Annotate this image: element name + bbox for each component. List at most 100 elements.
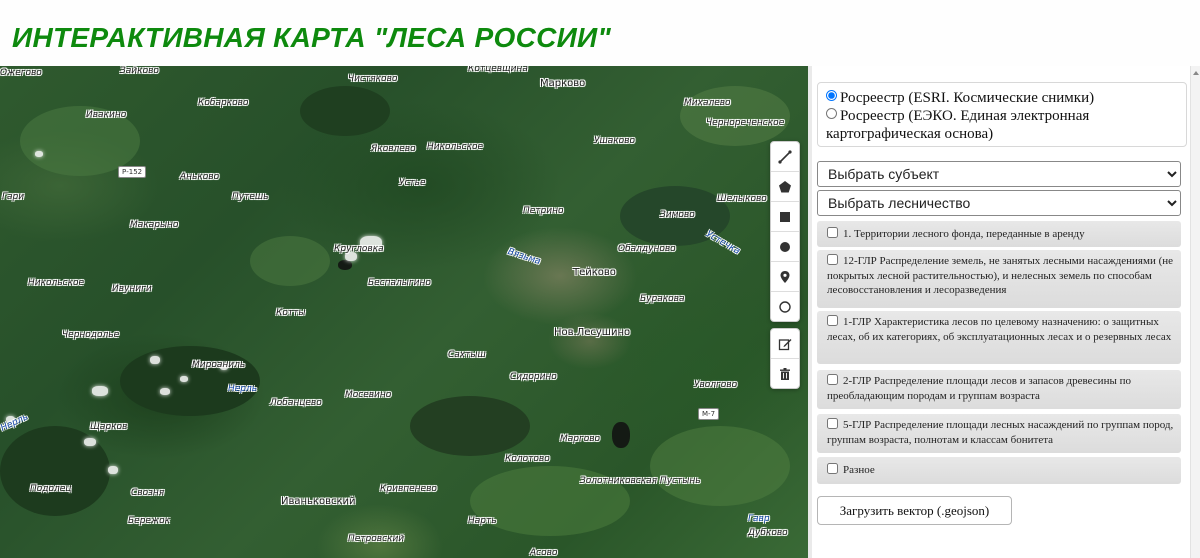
circle-icon <box>779 300 791 313</box>
forest-patch <box>300 86 390 136</box>
road-shield: М-7 <box>698 408 720 420</box>
place-label: Устье <box>399 178 426 188</box>
page-scrollbar[interactable] <box>1190 66 1200 558</box>
place-label: Беспалыгино <box>368 278 431 288</box>
layer-label: Разное <box>843 464 875 476</box>
basemap-label: Росреестр (ESRI. Космические снимки) <box>840 90 1095 106</box>
road-shield: Р-152 <box>118 166 147 178</box>
lake <box>612 422 630 448</box>
place-label: Зимово <box>660 210 695 220</box>
forestry-select[interactable]: Выбрать лесничество <box>817 190 1181 216</box>
place-label: Чернодолье <box>62 330 120 340</box>
place-label: Ивакино <box>86 110 127 120</box>
place-label: Ожегово <box>0 68 42 78</box>
layer-checkbox[interactable] <box>827 374 838 385</box>
place-label: Щарков <box>90 422 128 432</box>
river-label: Нерль <box>0 412 30 434</box>
edit-layers-button[interactable] <box>771 329 799 359</box>
place-label: Михалево <box>684 98 731 108</box>
field-patch <box>250 236 330 286</box>
layer-checkbox[interactable] <box>827 315 838 326</box>
place-label: Чернореченское <box>706 118 785 128</box>
layer-label: 2-ГЛР Распределение площади лесов и запа… <box>827 375 1131 402</box>
circle-marker-icon <box>780 241 790 252</box>
cloud <box>92 386 108 396</box>
layer-checkbox[interactable] <box>827 227 838 238</box>
delete-icon <box>780 367 790 380</box>
place-label: Зайково <box>120 66 159 76</box>
layer-item-misc[interactable]: Разное <box>817 457 1181 484</box>
place-label: Чистяково <box>348 74 398 84</box>
basemap-radio-esri[interactable] <box>826 90 837 101</box>
page-header: ИНТЕРАКТИВНАЯ КАРТА "ЛЕСА РОССИИ" <box>0 0 1200 66</box>
field-patch <box>650 426 790 506</box>
draw-rectangle-button[interactable] <box>771 202 799 232</box>
place-label: Макарыно <box>130 220 179 230</box>
place-label: Колотово <box>505 454 550 464</box>
place-label: Буракова <box>640 294 685 304</box>
polygon-icon <box>779 180 791 192</box>
place-label: Никольское <box>427 142 484 152</box>
draw-polygon-button[interactable] <box>771 172 799 202</box>
layer-item-1-glr[interactable]: 1-ГЛР Характеристика лесов по целевому н… <box>817 311 1181 364</box>
place-label: Шелыково <box>717 194 767 204</box>
place-label: Сидорино <box>510 372 557 382</box>
layers-sidebar: Росреестр (ESRI. Космические снимки) Рос… <box>812 66 1190 558</box>
draw-toolbar <box>770 141 800 322</box>
place-label: Мосевино <box>345 390 392 400</box>
layer-item-5-glr[interactable]: 5-ГЛР Распределение площади лесных насаж… <box>817 414 1181 453</box>
place-label: Котты <box>276 308 306 318</box>
place-label: Дубково <box>748 528 788 538</box>
layer-label: 1. Территории лесного фонда, переданные … <box>843 228 1085 240</box>
basemap-option-esri[interactable]: Росреестр (ESRI. Космические снимки) <box>826 89 1094 107</box>
map-view[interactable]: Зайково Ожегово Чистяково Котцевщина Мар… <box>0 66 808 558</box>
place-label: Марково <box>540 78 586 89</box>
river-label: Нерль <box>228 384 258 394</box>
scroll-up-arrow[interactable] <box>1191 68 1200 78</box>
chevron-up-icon <box>1193 71 1199 75</box>
place-label: Нарть <box>468 516 497 526</box>
place-label: Петрино <box>523 206 564 216</box>
cloud <box>150 356 160 364</box>
polyline-icon <box>778 149 792 164</box>
place-label: Петровский <box>348 534 405 544</box>
marker-icon <box>780 270 790 283</box>
place-label: Котцевщина <box>468 66 528 74</box>
place-label: Ушаково <box>594 136 635 146</box>
place-label: Уволгово <box>694 380 738 390</box>
cloud <box>180 376 188 382</box>
subject-select[interactable]: Выбрать субъект <box>817 161 1181 187</box>
layer-item-leased-territories[interactable]: 1. Территории лесного фонда, переданные … <box>817 221 1181 247</box>
forest-patch <box>120 346 260 416</box>
delete-layers-button[interactable] <box>771 359 799 388</box>
place-label: Никольское <box>28 278 85 288</box>
place-label: Лобанцево <box>270 398 322 408</box>
layer-checkbox[interactable] <box>827 418 838 429</box>
place-label: Асово <box>530 548 558 558</box>
place-label: Путешь <box>232 192 269 202</box>
place-label: Сахтыш <box>448 350 486 360</box>
draw-polyline-button[interactable] <box>771 142 799 172</box>
place-label: Яковлево <box>371 144 416 154</box>
draw-circle-marker-button[interactable] <box>771 232 799 262</box>
layer-checkbox[interactable] <box>827 463 838 474</box>
cloud <box>84 438 96 446</box>
layer-item-12-glr[interactable]: 12-ГЛР Распределение земель, не занятых … <box>817 250 1181 308</box>
town-label: Нов.Лесушино <box>554 327 631 338</box>
place-label: Свозня <box>131 488 165 498</box>
place-label: Бережок <box>128 516 171 526</box>
layer-label: 1-ГЛР Характеристика лесов по целевому н… <box>827 316 1172 343</box>
town-label: Иваньковский <box>281 496 356 507</box>
basemap-radio-eeko[interactable] <box>826 108 837 119</box>
draw-marker-button[interactable] <box>771 262 799 292</box>
place-label: Кругловка <box>334 244 384 254</box>
basemap-option-eeko[interactable]: Росреестр (ЕЭКО. Единая электронная карт… <box>826 107 1176 143</box>
layer-label: 5-ГЛР Распределение площади лесных насаж… <box>827 419 1174 446</box>
layer-item-2-glr[interactable]: 2-ГЛР Распределение площади лесов и запа… <box>817 370 1181 409</box>
draw-circle-button[interactable] <box>771 292 799 321</box>
river-label: Устечка <box>704 229 742 257</box>
upload-geojson-button[interactable]: Загрузить вектор (.geojson) <box>817 496 1012 525</box>
place-label: Подолец <box>30 484 72 494</box>
layer-checkbox[interactable] <box>827 254 838 265</box>
place-label: Мироаниль <box>192 360 246 370</box>
